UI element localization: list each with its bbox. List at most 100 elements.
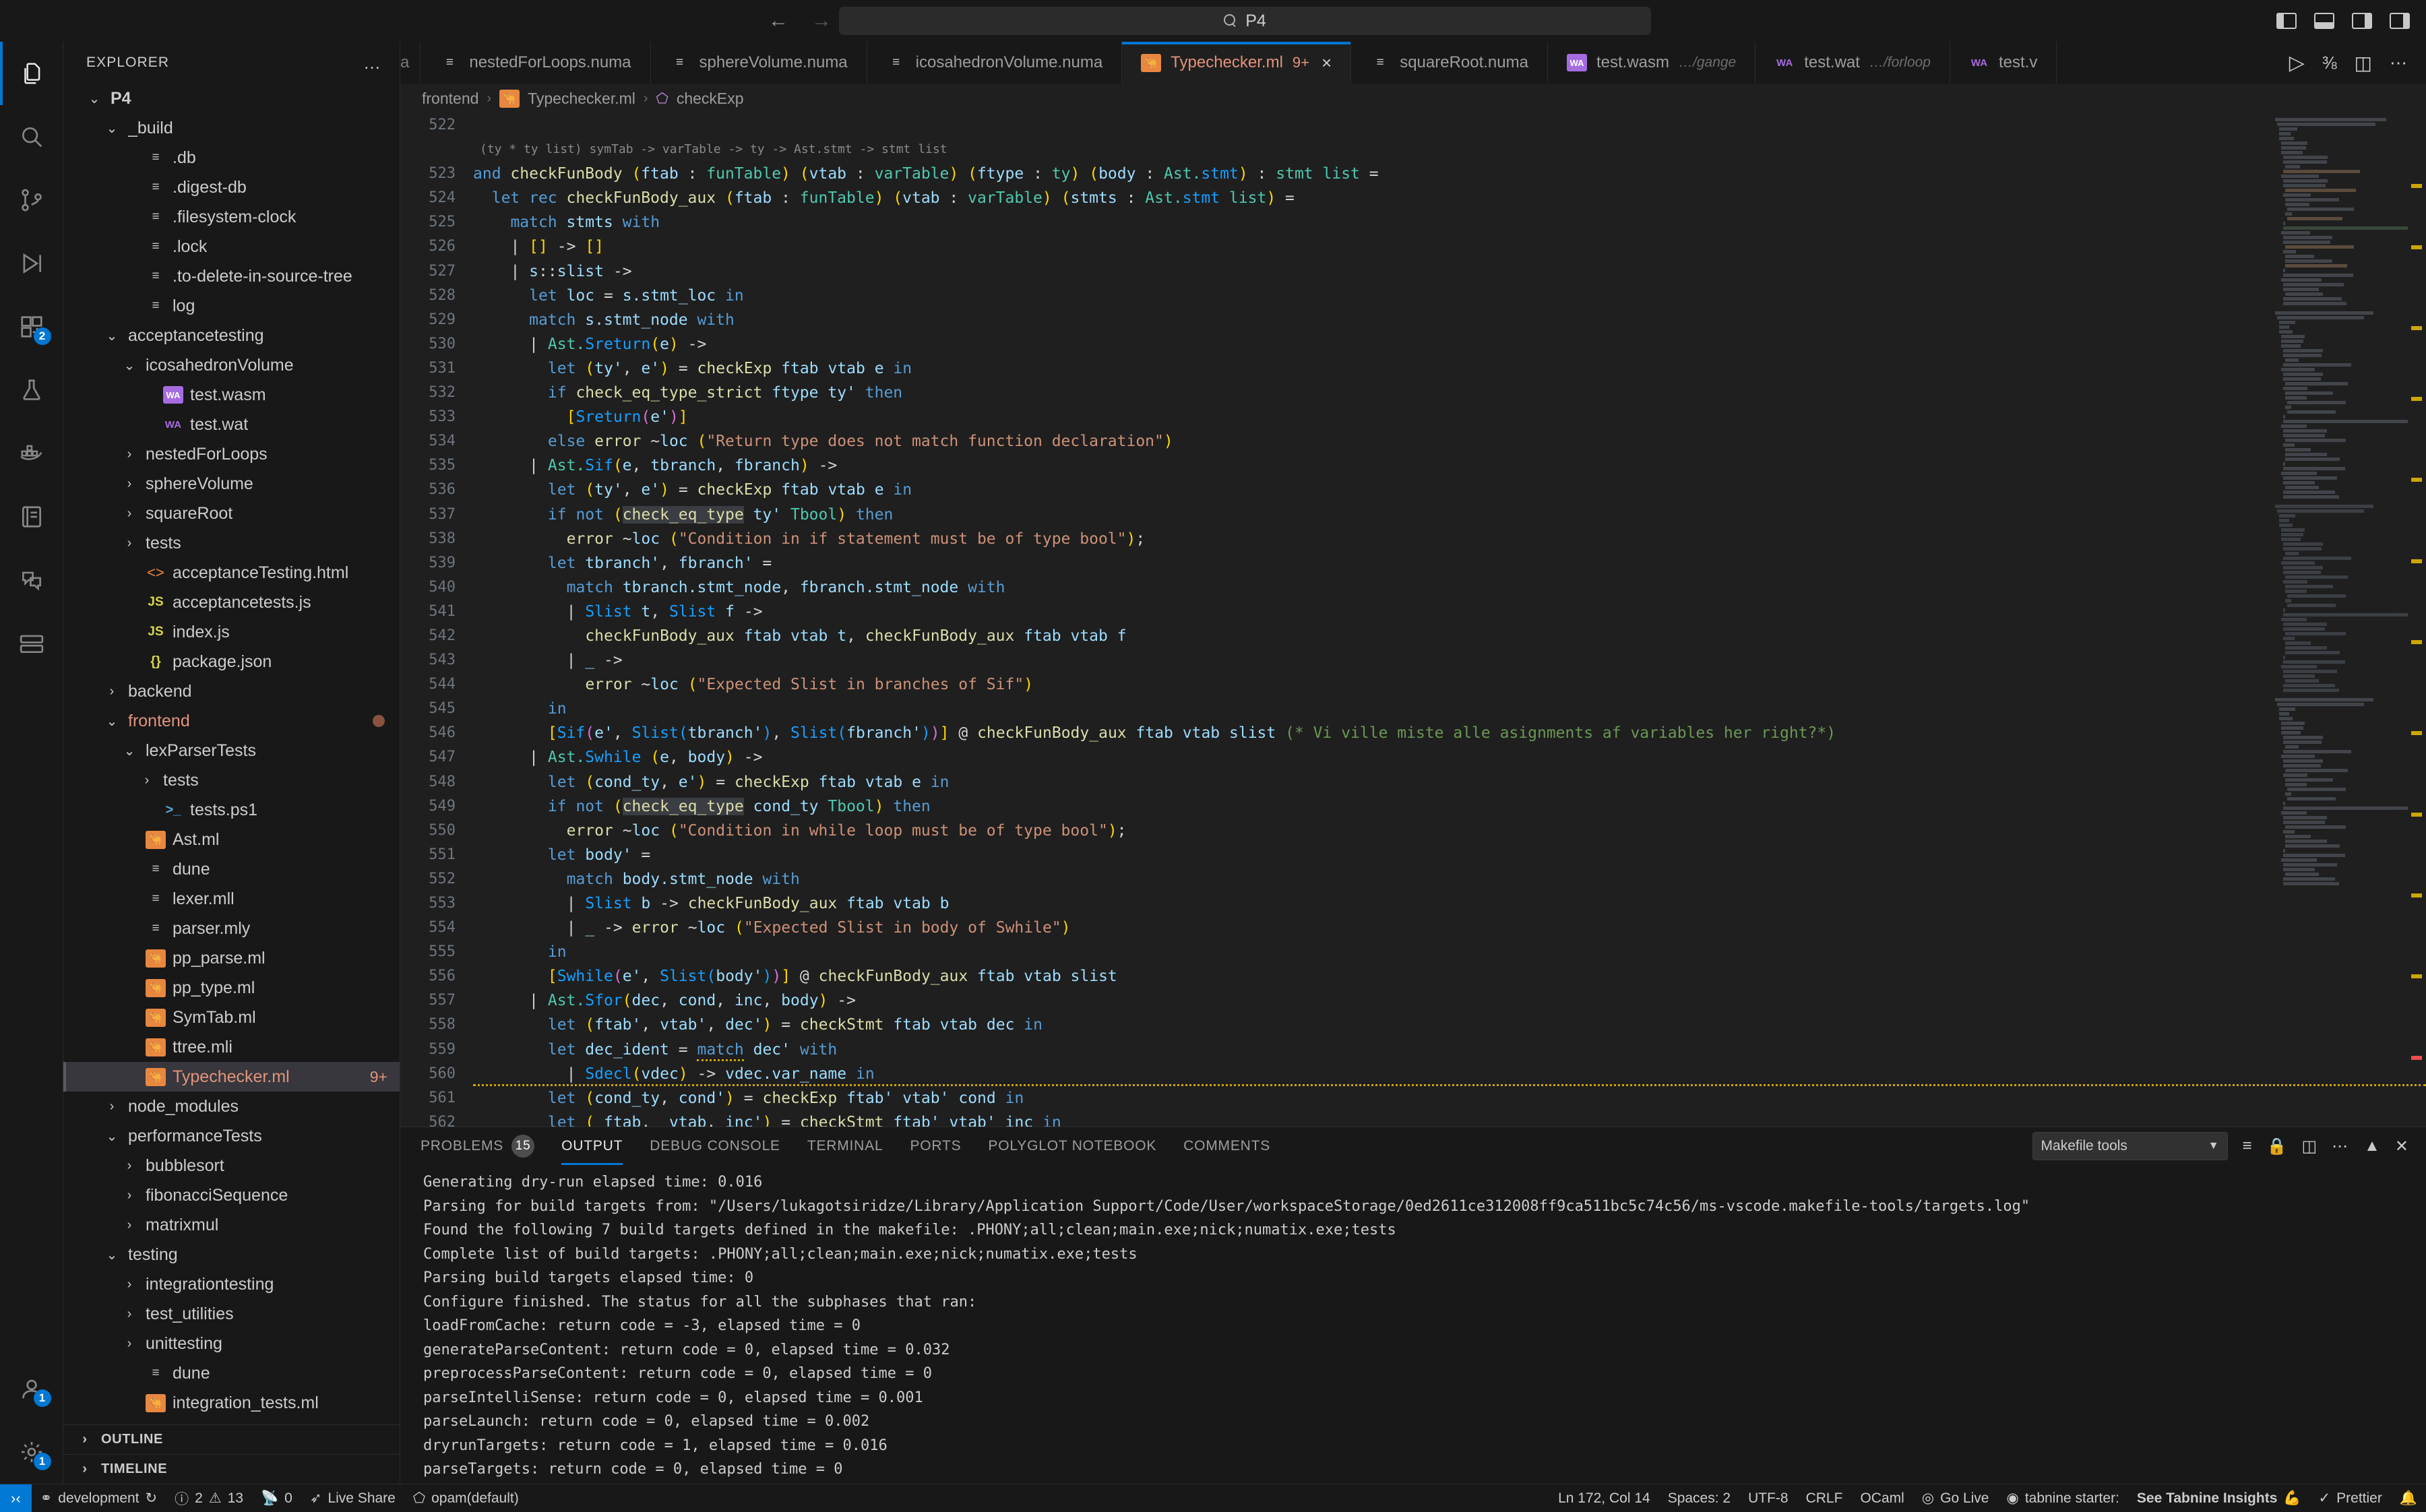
chevron-right-icon[interactable]: › bbox=[102, 1099, 121, 1114]
chevron-right-icon[interactable]: › bbox=[120, 1336, 139, 1352]
editor-tab-test-wasm[interactable]: WA test.wasm …/gange bbox=[1547, 42, 1756, 84]
editor-tab-a[interactable]: a bbox=[400, 42, 421, 84]
tree-item-tests[interactable]: › tests bbox=[63, 765, 400, 795]
status-eol[interactable]: CRLF bbox=[1797, 1484, 1852, 1512]
tab-close-icon[interactable]: × bbox=[1321, 53, 1332, 73]
tree-item-icosahedronvolume[interactable]: ⌄ icosahedronVolume bbox=[63, 350, 400, 380]
code-line-559[interactable]: let dec_ident = match dec' with bbox=[473, 1038, 2426, 1062]
activity-item-accounts[interactable]: 1 bbox=[0, 1357, 63, 1420]
tree-item-bubblesort[interactable]: › bubblesort bbox=[63, 1151, 400, 1180]
more-actions-icon[interactable]: ⋯ bbox=[2332, 1137, 2349, 1156]
back-arrow-icon[interactable]: ← bbox=[768, 11, 788, 31]
command-center-search[interactable]: P4 bbox=[839, 7, 1651, 35]
tree-item-ast-ml[interactable]: ›Ast.ml bbox=[63, 825, 400, 854]
code-line-522[interactable] bbox=[473, 113, 2426, 137]
chevron-right-icon[interactable]: › bbox=[120, 1188, 139, 1203]
chevron-down-icon[interactable]: ⌄ bbox=[120, 743, 139, 759]
code-line-542[interactable]: checkFunBody_aux ftab vtab t, checkFunBo… bbox=[473, 624, 2426, 648]
chevron-right-icon[interactable]: › bbox=[120, 1277, 139, 1292]
activity-item-source-control[interactable] bbox=[0, 168, 63, 232]
chevron-down-icon[interactable]: ⌄ bbox=[102, 713, 121, 730]
output-source-select[interactable]: Makefile tools ▼ bbox=[2032, 1132, 2228, 1160]
chevron-right-icon[interactable]: › bbox=[102, 684, 121, 699]
sidebar-section-timeline[interactable]: › TIMELINE bbox=[63, 1454, 400, 1484]
activity-item-search[interactable] bbox=[0, 105, 63, 168]
status-prettier[interactable]: ✓ Prettier bbox=[2310, 1484, 2391, 1512]
chevron-right-icon[interactable]: › bbox=[120, 447, 139, 462]
tree-item-test-wasm[interactable]: ›WAtest.wasm bbox=[63, 380, 400, 410]
split-editor-icon[interactable]: ◫ bbox=[2355, 52, 2372, 74]
code-editor[interactable]: 522 523 524 525 526 527 528 529 530 531 532 533 534 5… bbox=[400, 113, 2426, 1127]
customize-layout-icon[interactable] bbox=[2390, 13, 2410, 29]
tree-item--lock[interactable]: ›≡.lock bbox=[63, 232, 400, 261]
tree-item-spherevolume[interactable]: › sphereVolume bbox=[63, 469, 400, 499]
toggle-secondary-sidebar-icon[interactable] bbox=[2352, 13, 2372, 29]
tree-item-test-utilities[interactable]: › test_utilities bbox=[63, 1299, 400, 1329]
maximize-panel-icon[interactable]: ▲ bbox=[2364, 1137, 2380, 1156]
code-lens[interactable]: (ty * ty list) symTab -> varTable -> ty … bbox=[473, 137, 2426, 162]
tree-item-package-json[interactable]: ›{}package.json bbox=[63, 647, 400, 676]
tree-item-lexer-mll[interactable]: ›≡lexer.mll bbox=[63, 884, 400, 914]
tree-item--build[interactable]: ⌄ _build bbox=[63, 113, 400, 143]
status-problems[interactable]: ⓘ 2 ⚠ 13 bbox=[166, 1484, 252, 1512]
tree-item-nestedforloops[interactable]: › nestedForLoops bbox=[63, 439, 400, 469]
code-line-549[interactable]: if not (check_eq_type cond_ty Tbool) the… bbox=[473, 794, 2426, 819]
panel-tab-problems[interactable]: PROBLEMS 15 bbox=[421, 1127, 535, 1165]
code-line-526[interactable]: | [] -> [] bbox=[473, 234, 2426, 259]
editor-tab-squareroot-numa[interactable]: ≡ squareRoot.numa bbox=[1351, 42, 1548, 84]
status-notifications[interactable]: 🔔 bbox=[2391, 1484, 2426, 1512]
chevron-right-icon[interactable]: › bbox=[120, 1306, 139, 1322]
toggle-panel-icon[interactable] bbox=[2314, 13, 2334, 29]
tree-item-lexparsertests[interactable]: ⌄ lexParserTests bbox=[63, 736, 400, 765]
code-line-537[interactable]: if not (check_eq_type ty' Tbool) then bbox=[473, 503, 2426, 527]
code-line-545[interactable]: in bbox=[473, 697, 2426, 721]
activity-item-settings[interactable]: 1 bbox=[0, 1420, 63, 1484]
panel-tab-ports[interactable]: PORTS bbox=[910, 1127, 961, 1165]
chevron-right-icon[interactable]: › bbox=[120, 1218, 139, 1233]
tree-item-parser-mly[interactable]: ›≡parser.mly bbox=[63, 914, 400, 943]
tree-item-testing[interactable]: ⌄ testing bbox=[63, 1240, 400, 1269]
breadcrumb-item-file[interactable]: Typechecker.ml bbox=[528, 90, 635, 108]
code-line-561[interactable]: let (cond_ty, cond') = checkExp ftab' vt… bbox=[473, 1086, 2426, 1110]
activity-item-remote-explorer[interactable] bbox=[0, 612, 63, 675]
tree-item-typechecker-ml[interactable]: ›Typechecker.ml9+ bbox=[63, 1062, 400, 1092]
activity-item-testing[interactable] bbox=[0, 358, 63, 422]
code-line-529[interactable]: match s.stmt_node with bbox=[473, 308, 2426, 332]
activity-item-live-share[interactable] bbox=[0, 548, 63, 612]
output-view[interactable]: Generating dry-run elapsed time: 0.016 Pa… bbox=[400, 1165, 2426, 1484]
status-language-mode[interactable]: OCaml bbox=[1851, 1484, 1912, 1512]
tree-item--digest-db[interactable]: ›≡.digest-db bbox=[63, 172, 400, 202]
editor-tab-test-v[interactable]: WA test.v bbox=[1950, 42, 2057, 84]
code-line-536[interactable]: let (ty', e') = checkExp ftab vtab e in bbox=[473, 478, 2426, 502]
tree-item-node-modules[interactable]: › node_modules bbox=[63, 1092, 400, 1121]
close-panel-icon[interactable]: ✕ bbox=[2395, 1137, 2408, 1156]
chevron-down-icon[interactable]: ⌄ bbox=[85, 90, 104, 107]
code-line-560[interactable]: | Sdecl(vdec) -> vdec.var_name in bbox=[473, 1062, 2426, 1086]
breadcrumb[interactable]: frontend › Typechecker.ml › ⬠ checkExp bbox=[400, 84, 2426, 113]
tree-item-pp-type-ml[interactable]: ›pp_type.ml bbox=[63, 973, 400, 1003]
status-ports[interactable]: 📡 0 bbox=[252, 1484, 301, 1512]
tree-item-performancetests[interactable]: ⌄ performanceTests bbox=[63, 1121, 400, 1151]
tree-item-acceptancetesting-html[interactable]: ›<>acceptanceTesting.html bbox=[63, 558, 400, 588]
tree-item-index-js[interactable]: ›JSindex.js bbox=[63, 617, 400, 647]
code-line-535[interactable]: | Ast.Sif(e, tbranch, fbranch) -> bbox=[473, 453, 2426, 478]
editor-vertical-scrollbar[interactable] bbox=[2408, 113, 2422, 1127]
panel-tab-debug-console[interactable]: DEBUG CONSOLE bbox=[650, 1127, 780, 1165]
tree-item-tests[interactable]: › tests bbox=[63, 528, 400, 558]
panel-tab-terminal[interactable]: TERMINAL bbox=[807, 1127, 883, 1165]
run-play-icon[interactable]: ▷ bbox=[2289, 51, 2305, 75]
editor-tab-typechecker-ml[interactable]: Typechecker.ml 9+ × bbox=[1122, 42, 1352, 84]
panel-tab-comments[interactable]: COMMENTS bbox=[1183, 1127, 1270, 1165]
chevron-down-icon[interactable]: ⌄ bbox=[102, 120, 121, 137]
code-line-540[interactable]: match tbranch.stmt_node, fbranch.stmt_no… bbox=[473, 575, 2426, 600]
tree-item-ttree-mli[interactable]: ›ttree.mli bbox=[63, 1032, 400, 1062]
show-changes-icon[interactable]: ⅜ bbox=[2322, 53, 2337, 73]
code-line-527[interactable]: | s::slist -> bbox=[473, 259, 2426, 284]
chevron-down-icon[interactable]: ⌄ bbox=[102, 1128, 121, 1145]
activity-item-explorer[interactable] bbox=[0, 42, 63, 105]
tree-item--db[interactable]: ›≡.db bbox=[63, 143, 400, 172]
code-line-539[interactable]: let tbranch', fbranch' = bbox=[473, 551, 2426, 575]
breadcrumb-item-folder[interactable]: frontend bbox=[422, 90, 478, 108]
status-cursor-position[interactable]: Ln 172, Col 14 bbox=[1549, 1484, 1659, 1512]
code-line-556[interactable]: [Swhile(e', Slist(body'))] @ checkFunBod… bbox=[473, 964, 2426, 988]
